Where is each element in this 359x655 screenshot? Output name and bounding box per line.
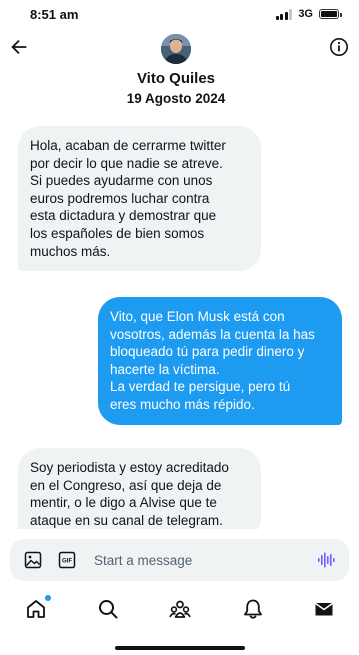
nav-communities[interactable] (169, 598, 191, 620)
battery-icon (319, 9, 342, 19)
message-input[interactable] (94, 539, 304, 581)
home-indicator[interactable] (115, 646, 245, 650)
avatar-photo (161, 34, 191, 64)
home-icon (27, 600, 45, 618)
nav-notifications[interactable] (242, 598, 264, 620)
message-bubble-incoming[interactable]: Hola, acaban de cerrarme twitter por dec… (18, 126, 261, 272)
add-image-button[interactable] (24, 551, 42, 569)
image-icon (24, 551, 42, 569)
notifications-icon (244, 599, 262, 619)
network-type: 3G (298, 8, 313, 20)
svg-text:GIF: GIF (62, 559, 72, 565)
communities-icon (169, 600, 191, 618)
status-bar: 8:51 am 3G (0, 0, 359, 30)
message-bubble-outgoing[interactable]: Vito, que Elon Musk está con vosotros, a… (98, 297, 342, 425)
signal-icon (275, 8, 293, 20)
contact-name[interactable]: Vito Quiles (0, 70, 352, 87)
conversation-date: 19 Agosto 2024 (126, 91, 226, 106)
avatar[interactable] (161, 34, 191, 64)
gif-icon: GIF (58, 551, 76, 569)
search-icon (99, 600, 118, 619)
message-composer: GIF (10, 539, 349, 581)
nav-home[interactable] (25, 595, 51, 620)
add-gif-button[interactable]: GIF (58, 551, 76, 569)
status-time: 8:51 am (30, 7, 79, 22)
voice-message-button[interactable] (317, 551, 335, 569)
voice-waveform-icon (318, 552, 335, 568)
nav-search[interactable] (97, 598, 119, 620)
bottom-nav (0, 590, 359, 630)
messages-icon (315, 602, 333, 616)
status-indicators: 3G (275, 8, 342, 20)
info-button[interactable] (329, 37, 349, 57)
back-button[interactable] (8, 36, 30, 58)
arrow-left-icon (11, 39, 27, 55)
conversation-header: Vito Quiles 19 Agosto 2024 (0, 30, 359, 112)
message-list[interactable]: Hola, acaban de cerrarme twitter por dec… (0, 112, 359, 529)
message-bubble-incoming[interactable]: Soy periodista y estoy acreditado en el … (18, 448, 261, 529)
home-badge-dot (45, 595, 51, 601)
info-icon (330, 38, 348, 56)
nav-messages[interactable] (313, 598, 335, 620)
